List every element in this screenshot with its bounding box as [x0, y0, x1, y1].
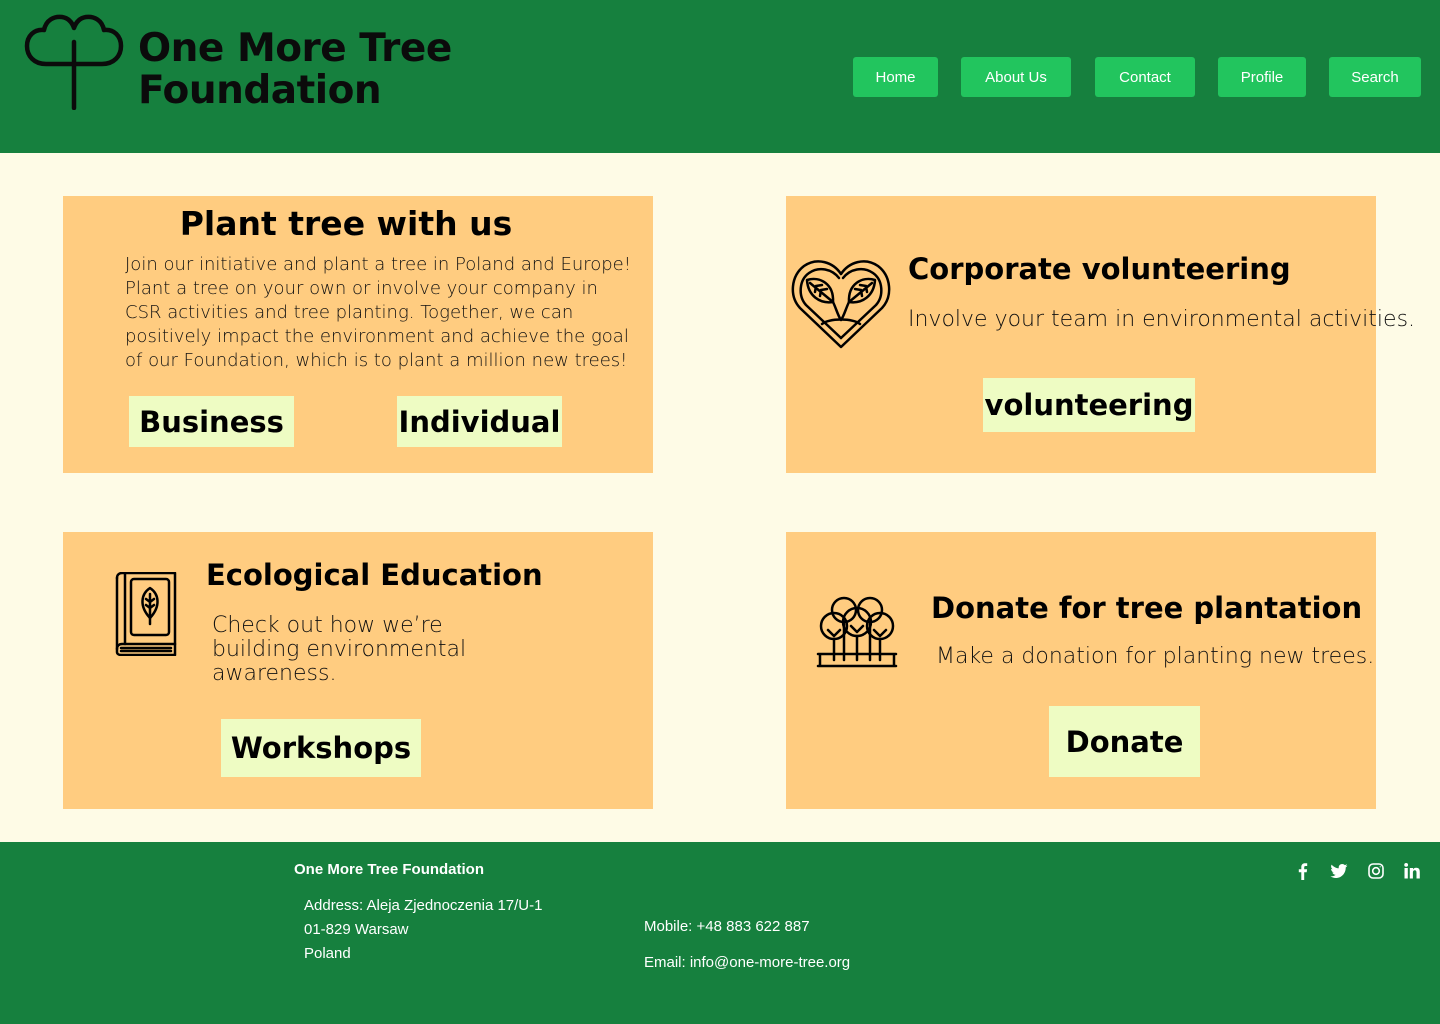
corporate-volunteering-card: Corporate volunteering Involve your team… — [786, 196, 1415, 473]
footer-email[interactable]: Email: info@one-more-tree.org — [644, 954, 850, 971]
instagram-icon[interactable] — [1367, 862, 1385, 880]
twitter-icon[interactable] — [1330, 862, 1348, 880]
ecological-education-title: Ecological Education — [206, 558, 543, 592]
footer-address-line-1: Address: Aleja Zjednoczenia 17/U-1 — [304, 897, 543, 914]
site-header: One More Tree Foundation Home About Us C… — [0, 0, 1440, 153]
donate-button[interactable]: Donate — [1049, 706, 1200, 777]
plant-tree-description: Join our initiative and plant a tree in … — [125, 254, 631, 371]
nav-contact-button[interactable]: Contact — [1095, 57, 1195, 97]
corporate-volunteering-description: Involve your team in environmental activ… — [908, 307, 1416, 332]
footer-title: One More Tree Foundation — [294, 861, 485, 878]
linkedin-icon[interactable] — [1403, 862, 1421, 880]
business-button[interactable]: Business — [129, 396, 294, 447]
footer-mobile: Mobile: +48 883 622 887 — [644, 918, 810, 935]
facebook-icon[interactable] — [1294, 862, 1312, 880]
leaf-book-icon — [115, 572, 177, 656]
workshops-button[interactable]: Workshops — [221, 719, 421, 777]
donate-card: Donate for tree plantation Make a donati… — [786, 532, 1376, 809]
nav-about-button[interactable]: About Us — [961, 57, 1071, 97]
nav-home-button[interactable]: Home — [853, 57, 938, 97]
tree-logo-icon[interactable] — [24, 14, 124, 110]
plant-tree-title: Plant tree with us — [179, 204, 513, 243]
ecological-education-card: Ecological Education Check out how we’re… — [63, 532, 653, 809]
footer-address-line-3: Poland — [304, 945, 351, 962]
footer-address-line-2: 01-829 Warsaw — [304, 921, 409, 938]
nav-profile-button[interactable]: Profile — [1218, 57, 1306, 97]
plant-tree-card: Plant tree with us Join our initiative a… — [63, 196, 653, 473]
logo-line-2: Foundation — [138, 68, 382, 113]
logo-line-1: One More Tree — [138, 26, 452, 71]
heart-leaves-icon — [791, 260, 891, 349]
individual-button[interactable]: Individual — [397, 396, 562, 447]
ecological-education-description: Check out how we’re building environment… — [212, 613, 467, 686]
trees-icon — [816, 596, 898, 668]
logo-text[interactable]: One More Tree Foundation — [138, 28, 452, 112]
site-footer: One More Tree Foundation Address: Aleja … — [0, 842, 1440, 1024]
donate-title: Donate for tree plantation — [931, 591, 1363, 625]
nav-search-button[interactable]: Search — [1329, 57, 1421, 97]
volunteering-button[interactable]: volunteering — [983, 378, 1195, 432]
donate-description: Make a donation for planting new trees. — [936, 644, 1375, 669]
corporate-volunteering-title: Corporate volunteering — [908, 252, 1291, 286]
